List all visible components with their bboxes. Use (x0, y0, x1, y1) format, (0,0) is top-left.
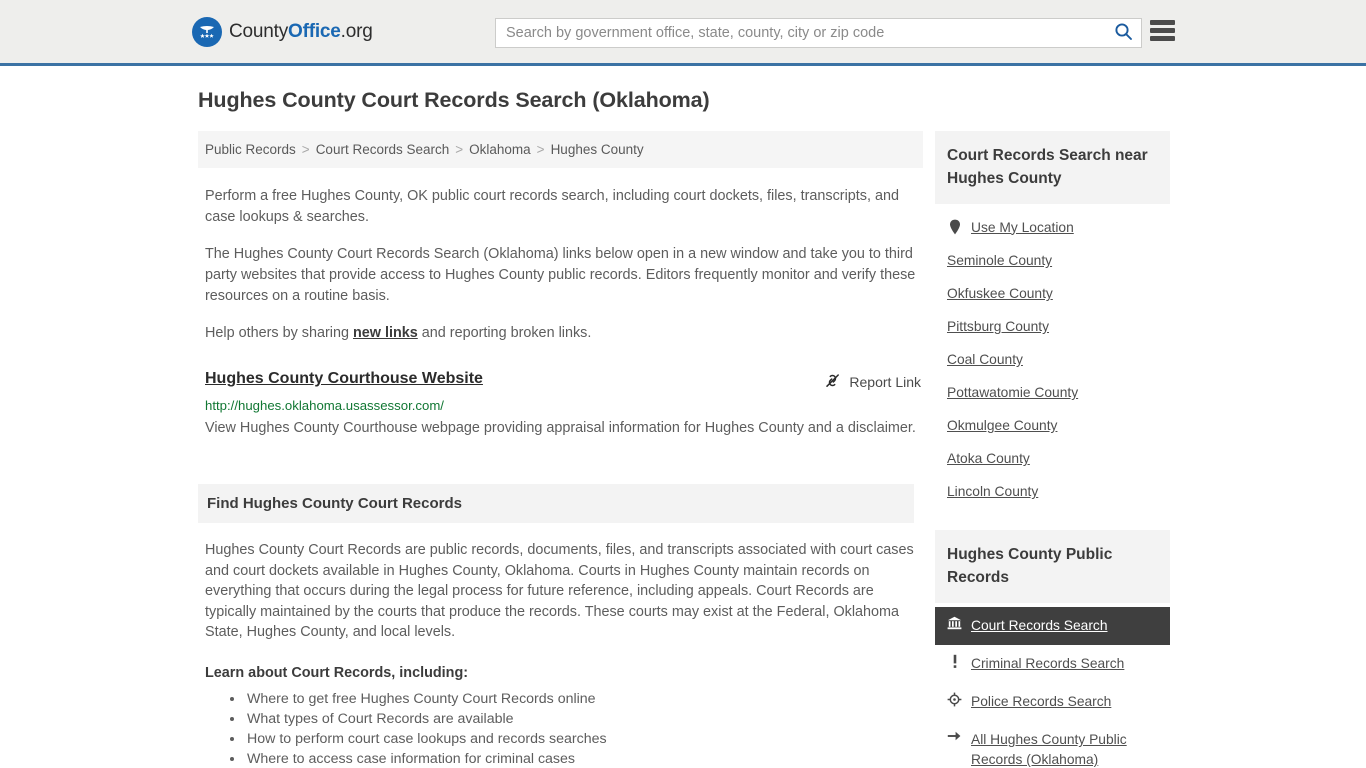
content-columns: Public Records > Court Records Search > … (198, 131, 1366, 768)
search-input[interactable] (496, 19, 1105, 47)
county-link-label[interactable]: Seminole County (947, 253, 1052, 268)
county-link-label[interactable]: Okmulgee County (947, 418, 1057, 433)
courthouse-icon (947, 616, 962, 630)
search-bar (495, 18, 1142, 48)
learn-about-list: Where to get free Hughes County Court Re… (205, 689, 923, 768)
breadcrumb-item-oklahoma[interactable]: Oklahoma (469, 142, 531, 157)
hamburger-bar (1150, 36, 1175, 41)
list-item: Where to get free Hughes County Court Re… (245, 689, 923, 709)
sidebar-item-lincoln-county[interactable]: Lincoln County (935, 475, 1170, 508)
result-header-row: Hughes County Courthouse Website Report … (205, 370, 921, 392)
county-link-label[interactable]: Lincoln County (947, 484, 1038, 499)
sidebar-item-pottawatomie-county[interactable]: Pottawatomie County (935, 376, 1170, 409)
main-column: Public Records > Court Records Search > … (198, 131, 923, 768)
report-link-label: Report Link (849, 374, 921, 390)
public-records-box: Hughes County Public Records Court Recor… (935, 530, 1170, 768)
county-link-label[interactable]: Okfuskee County (947, 286, 1053, 301)
breadcrumb-item-court-records-search[interactable]: Court Records Search (316, 142, 450, 157)
share-prefix: Help others by sharing (205, 325, 353, 341)
new-links-link[interactable]: new links (353, 325, 418, 341)
sidebar-item-coal-county[interactable]: Coal County (935, 343, 1170, 376)
hamburger-menu-icon[interactable] (1150, 20, 1175, 41)
sidebar-item-police-records-search[interactable]: Police Records Search (935, 683, 1170, 721)
find-records-paragraph: Hughes County Court Records are public r… (205, 542, 914, 640)
result-url[interactable]: http://hughes.oklahoma.usassessor.com/ (205, 398, 921, 413)
county-link-label[interactable]: Atoka County (947, 451, 1030, 466)
breadcrumb-separator: > (301, 142, 310, 157)
sidebar: Court Records Search near Hughes County … (935, 131, 1170, 768)
breadcrumb-separator: > (455, 142, 464, 157)
court-records-search-label: Court Records Search (971, 618, 1108, 633)
sidebar-item-all-public-records[interactable]: All Hughes County Public Records (Oklaho… (935, 721, 1170, 768)
logo-text-office: Office (288, 20, 341, 42)
list-item: What types of Court Records are availabl… (245, 709, 923, 729)
county-office-eagle-logo-icon (192, 16, 222, 47)
sidebar-item-okmulgee-county[interactable]: Okmulgee County (935, 409, 1170, 442)
criminal-records-search-label[interactable]: Criminal Records Search (971, 654, 1124, 674)
page-content: Hughes County Court Records Search (Okla… (0, 66, 1366, 768)
share-links-paragraph: Help others by sharing new links and rep… (205, 323, 920, 344)
report-link-button[interactable]: Report Link (824, 370, 921, 392)
all-public-records-label[interactable]: All Hughes County Public Records (Oklaho… (971, 730, 1160, 768)
use-my-location-row[interactable]: Use My Location (935, 210, 1170, 244)
site-header: CountyOffice.org (0, 0, 1366, 66)
logo-wordmark: CountyOffice.org (229, 21, 373, 43)
hamburger-bar (1150, 28, 1175, 33)
county-link-label[interactable]: Pottawatomie County (947, 385, 1078, 400)
list-item: Where to access case information for cri… (245, 749, 923, 768)
site-logo[interactable]: CountyOffice.org (192, 16, 373, 47)
search-icon (1114, 22, 1133, 44)
crosshair-badge-icon (947, 692, 962, 707)
county-link-label[interactable]: Coal County (947, 352, 1023, 367)
use-my-location-link[interactable]: Use My Location (971, 220, 1074, 235)
search-button[interactable] (1105, 20, 1141, 46)
sidebar-item-court-records-search[interactable]: Court Records Search (935, 607, 1170, 645)
logo-text-county: County (229, 20, 289, 42)
hamburger-bar (1150, 20, 1175, 25)
page-title: Hughes County Court Records Search (Okla… (198, 88, 710, 112)
public-records-heading: Hughes County Public Records (935, 530, 1170, 603)
county-link-label[interactable]: Pittsburg County (947, 319, 1049, 334)
breadcrumb: Public Records > Court Records Search > … (198, 131, 923, 168)
nearby-search-box: Court Records Search near Hughes County … (935, 131, 1170, 508)
list-item: How to perform court case lookups and re… (245, 729, 923, 749)
arrow-right-icon (947, 730, 962, 742)
breadcrumb-item-hughes-county: Hughes County (550, 142, 644, 157)
sidebar-item-okfuskee-county[interactable]: Okfuskee County (935, 277, 1170, 310)
find-records-section-heading: Find Hughes County Court Records (198, 484, 914, 523)
logo-text-org: .org (340, 20, 373, 42)
public-records-links: Court Records Search Criminal Records Se… (935, 607, 1170, 768)
sidebar-item-atoka-county[interactable]: Atoka County (935, 442, 1170, 475)
sidebar-item-criminal-records-search[interactable]: Criminal Records Search (935, 645, 1170, 683)
courthouse-website-link[interactable]: Hughes County Courthouse Website (205, 370, 483, 388)
police-records-search-label[interactable]: Police Records Search (971, 692, 1111, 712)
intro-paragraph-2: The Hughes County Court Records Search (… (205, 246, 916, 304)
sidebar-item-seminole-county[interactable]: Seminole County (935, 244, 1170, 277)
breadcrumb-separator: > (536, 142, 545, 157)
breadcrumb-item-public-records[interactable]: Public Records (205, 142, 296, 157)
learn-about-heading: Learn about Court Records, including: (205, 664, 469, 681)
result-description: View Hughes County Courthouse webpage pr… (205, 420, 916, 436)
nearby-search-heading: Court Records Search near Hughes County (935, 131, 1170, 204)
nearby-search-links: Use My Location Seminole County Okfuskee… (935, 204, 1170, 508)
exclamation-icon (947, 654, 962, 669)
map-pin-icon (947, 219, 962, 235)
sidebar-item-pittsburg-county[interactable]: Pittsburg County (935, 310, 1170, 343)
search-result-item: Hughes County Courthouse Website Report … (205, 370, 921, 440)
broken-link-icon (824, 372, 841, 392)
intro-paragraph-1: Perform a free Hughes County, OK public … (205, 188, 899, 225)
share-suffix: and reporting broken links. (417, 325, 592, 341)
find-records-section-body: Hughes County Court Records are public r… (205, 540, 920, 643)
